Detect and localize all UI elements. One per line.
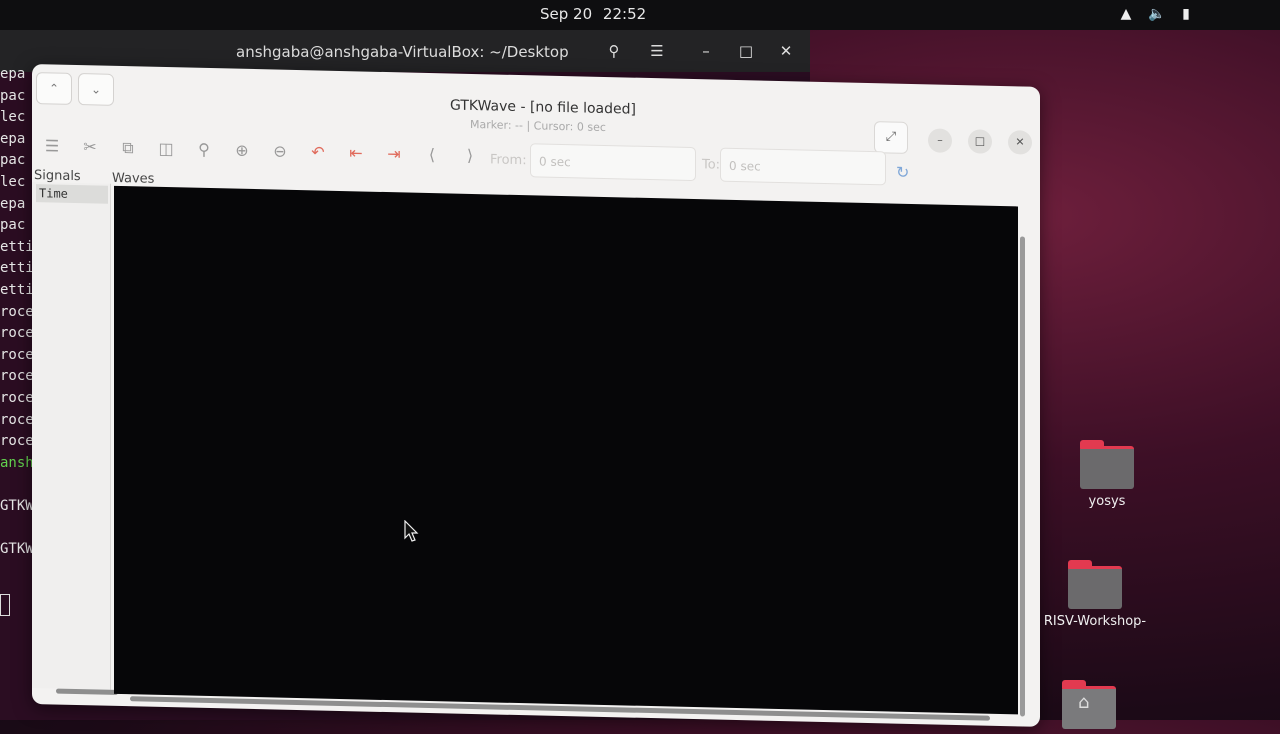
terminal-title: anshgaba@anshgaba-VirtualBox: ~/Desktop [236,43,569,61]
battery-icon[interactable]: ▮ [1178,6,1194,22]
reload-icon[interactable]: ↻ [896,163,909,182]
zoom-in-icon[interactable]: ⊕ [230,138,254,163]
zoom-fit-icon[interactable]: ⚲ [192,138,216,163]
terminal-menu-button[interactable]: ☰ [643,38,671,64]
to-time-input[interactable]: 0 sec [720,147,886,186]
signals-scrollbar[interactable] [56,688,118,695]
system-tray[interactable]: ▲ 🔈 ▮ [1118,6,1194,22]
signals-panel[interactable]: Time [32,182,111,690]
from-label: From: [490,152,527,169]
find-previous-edge-icon[interactable]: ⟨ [420,143,444,168]
mouse-pointer-icon [404,520,419,542]
desktop-icon-yosys[interactable]: yosys [1052,440,1162,509]
undo-zoom-icon[interactable]: ↶ [306,140,330,165]
zoom-to-end-icon[interactable]: ⇥ [382,142,406,167]
desktop-icon-home[interactable]: ⌂ [1034,680,1144,734]
terminal-close-button[interactable]: ✕ [772,38,800,64]
desktop-icon-label: yosys [1088,494,1126,509]
desktop-icon-label: RISV-Workshop- [1043,614,1147,629]
waves-header: Waves [112,170,155,187]
folder-icon [1080,440,1134,489]
clock[interactable]: Sep 20 22:52 [540,5,652,23]
scroll-up-button[interactable]: ⌃ [36,72,72,105]
home-folder-icon: ⌂ [1062,680,1116,729]
waves-canvas[interactable] [114,185,1018,715]
from-time-input[interactable]: 0 sec [530,143,696,182]
terminal-minimize-button[interactable]: – [692,38,720,64]
find-next-edge-icon[interactable]: ⟩ [458,144,482,169]
to-label: To: [702,157,721,173]
top-bar: Sep 20 22:52 ▲ 🔈 ▮ [0,0,1280,30]
paste-icon[interactable]: ◫ [154,137,178,162]
waves-vertical-scrollbar[interactable] [1020,236,1025,717]
copy-icon[interactable]: ⧉ [116,136,140,161]
cut-icon[interactable]: ✂ [78,135,102,160]
volume-icon[interactable]: 🔈 [1148,6,1165,22]
terminal-search-button[interactable]: ⚲ [600,38,628,64]
signal-item-time[interactable]: Time [36,184,108,204]
terminal-maximize-button[interactable]: □ [732,38,760,64]
terminal-cursor [0,594,10,616]
clock-date: Sep 20 [540,5,593,23]
menu-icon[interactable]: ☰ [40,134,64,159]
zoom-out-icon[interactable]: ⊖ [268,139,292,164]
folder-icon [1068,560,1122,609]
network-icon[interactable]: ▲ [1118,6,1134,22]
gtkwave-window[interactable]: ⌃ ⌄ GTKWave - [no file loaded] Marker: -… [32,64,1040,727]
window-title: GTKWave - [no file loaded] [450,97,636,118]
desktop-icon-risv-workshop[interactable]: RISV-Workshop- [1040,560,1150,629]
clock-time: 22:52 [602,5,647,23]
zoom-to-start-icon[interactable]: ⇤ [344,141,368,166]
scroll-down-button[interactable]: ⌄ [78,73,114,106]
window-subtitle: Marker: -- | Cursor: 0 sec [470,117,606,135]
